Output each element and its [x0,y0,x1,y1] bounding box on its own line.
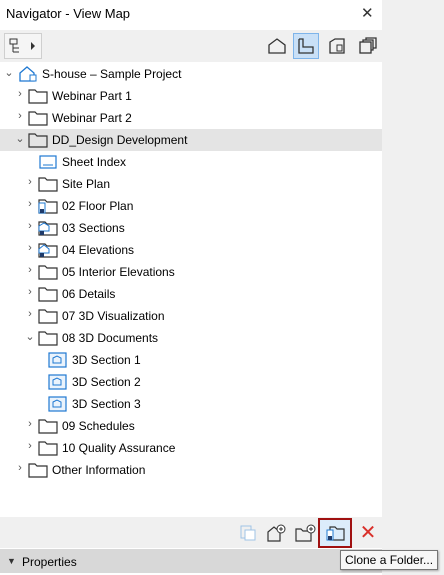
chevron-right-icon[interactable]: › [25,440,35,452]
tree-item-label: 3D Section 3 [72,397,141,411]
folder-icon [38,264,58,280]
tree-item-label: 04 Elevations [62,243,135,257]
chevron-right-icon[interactable]: › [25,286,35,298]
tree-item-elevations[interactable]: › 04 Elevations [0,239,382,261]
title-bar: Navigator - View Map ✕ [0,0,382,28]
tree-item-label: 09 Schedules [62,419,135,433]
tree-item-details[interactable]: › 06 Details [0,283,382,305]
project-map-button[interactable] [264,33,290,59]
schedule-icon [38,154,57,170]
3d-document-icon [48,352,67,368]
clone-view-button[interactable] [236,521,260,545]
folder-icon [38,286,58,302]
tree-item-label: 05 Interior Elevations [62,265,175,279]
delete-icon: ✕ [359,522,377,544]
chevron-right-icon[interactable]: › [25,220,35,232]
navigator-panel: Navigator - View Map ✕ ⌄ S-house – Sampl… [0,0,382,575]
tree-item-floor-plan[interactable]: › 02 Floor Plan [0,195,382,217]
tree-item-3d-section-1[interactable]: 3D Section 1 [0,349,382,371]
folder-icon [38,308,58,324]
new-view-button[interactable] [265,521,289,545]
window-background [382,0,444,548]
3d-document-icon [48,374,67,390]
chevron-right-icon[interactable]: › [25,242,35,254]
tree-item-3d-visualization[interactable]: › 07 3D Visualization [0,305,382,327]
tree-item-label: 02 Floor Plan [62,199,134,213]
layout-book-button[interactable] [324,33,350,59]
chevron-right-icon[interactable]: › [15,88,25,100]
tree-item-label: 06 Details [62,287,116,301]
project-house-icon [18,66,37,82]
properties-header[interactable]: ▼ Properties [0,549,382,573]
chevron-right-icon[interactable]: › [25,308,35,320]
chevron-right-icon[interactable]: › [25,198,35,210]
folder-icon [38,418,58,434]
tree-root[interactable]: ⌄ S-house – Sample Project [0,63,382,85]
close-icon[interactable]: ✕ [361,4,374,22]
tree-item-label: 10 Quality Assurance [62,441,176,455]
chevron-down-icon[interactable]: ⌄ [25,330,35,343]
tree-item-interior-elevations[interactable]: › 05 Interior Elevations [0,261,382,283]
folder-icon [28,132,48,148]
tree-item-dd-design-development[interactable]: ⌄ DD_Design Development [0,129,382,151]
publisher-sets-button[interactable] [355,33,381,59]
bottom-toolbar: ✕ [0,517,382,548]
tree-item-3d-section-3[interactable]: 3D Section 3 [0,393,382,415]
tree-item-label: 3D Section 2 [72,375,141,389]
folder-icon [28,462,48,478]
tree-item-3d-documents[interactable]: ⌄ 08 3D Documents [0,327,382,349]
chevron-right-icon[interactable]: › [15,462,25,474]
tree-item-label: 07 3D Visualization [62,309,165,323]
tree-item-label: Webinar Part 2 [52,111,132,125]
folder-icon [28,110,48,126]
chevron-right-icon[interactable]: › [25,418,35,430]
section-icon [38,220,58,236]
triangle-down-icon: ▼ [7,556,16,566]
tree-item-quality-assurance[interactable]: › 10 Quality Assurance [0,437,382,459]
tree-item-site-plan[interactable]: › Site Plan [0,173,382,195]
tree-item-label: 08 3D Documents [62,331,159,345]
tree-item-sheet-index[interactable]: Sheet Index [0,151,382,173]
navigator-toolbar [0,30,382,62]
chevron-right-icon[interactable]: › [25,264,35,276]
3d-document-icon [48,396,67,412]
tree-item-label: DD_Design Development [52,133,188,147]
tree-item-label: 03 Sections [62,221,125,235]
elevation-icon [38,242,58,258]
tree-item-other-information[interactable]: › Other Information [0,459,382,481]
delete-button[interactable]: ✕ [356,521,380,545]
chevron-down-icon[interactable]: ⌄ [15,132,25,145]
new-folder-button[interactable] [294,521,318,545]
chevron-right-icon[interactable]: › [25,176,35,188]
tooltip: Clone a Folder... [340,550,439,570]
properties-label: Properties [22,555,77,569]
tree-item-schedules[interactable]: › 09 Schedules [0,415,382,437]
floor-plan-icon [38,198,58,214]
tree-item-3d-section-2[interactable]: 3D Section 2 [0,371,382,393]
tree-item-label: Site Plan [62,177,111,191]
folder-icon [38,176,58,192]
tree-item-label: S-house – Sample Project [42,67,182,81]
navigator-options-button[interactable] [4,33,42,59]
view-map-button[interactable] [293,33,319,59]
tree-item-label: Other Information [52,463,146,477]
clone-folder-button[interactable] [318,518,352,548]
folder-icon [38,330,58,346]
tree-item-label: 3D Section 1 [72,353,141,367]
tree-item-webinar-part-1[interactable]: › Webinar Part 1 [0,85,382,107]
tree-item-sections[interactable]: › 03 Sections [0,217,382,239]
folder-icon [38,440,58,456]
window-title: Navigator - View Map [6,6,131,21]
folder-icon [28,88,48,104]
chevron-right-icon[interactable]: › [15,110,25,122]
tree-item-label: Sheet Index [62,155,127,169]
tree-item-label: Webinar Part 1 [52,89,132,103]
tree-item-webinar-part-2[interactable]: › Webinar Part 2 [0,107,382,129]
chevron-down-icon[interactable]: ⌄ [4,66,14,79]
